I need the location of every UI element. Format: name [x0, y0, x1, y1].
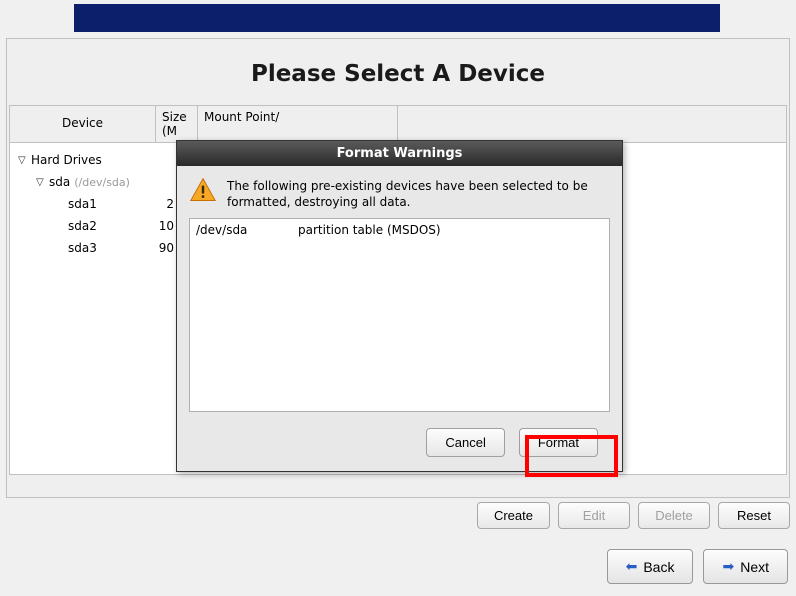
delete-button: Delete [638, 502, 710, 529]
action-button-row: Create Edit Delete Reset [477, 502, 790, 529]
reset-button[interactable]: Reset [718, 502, 790, 529]
cancel-button[interactable]: Cancel [426, 428, 504, 457]
edit-button: Edit [558, 502, 630, 529]
format-warnings-dialog: Format Warnings The following pre-existi… [176, 140, 623, 472]
next-label: Next [740, 559, 769, 575]
dialog-title: Format Warnings [177, 141, 622, 166]
col-device[interactable]: Device [10, 106, 156, 142]
back-label: Back [643, 559, 674, 575]
warning-icon [189, 176, 217, 204]
device-path: /dev/sda [196, 223, 298, 237]
create-button[interactable]: Create [477, 502, 550, 529]
back-button[interactable]: ⬅ Back [607, 549, 694, 584]
arrow-left-icon: ⬅ [626, 558, 638, 575]
chevron-down-icon[interactable]: ▽ [18, 155, 29, 166]
tree-label: sda3 [66, 241, 97, 255]
top-banner [74, 4, 720, 32]
tree-label: sda [47, 175, 70, 189]
dialog-device-row[interactable]: /dev/sda partition table (MSDOS) [196, 223, 603, 237]
tree-size: 90 [134, 241, 174, 255]
page-title: Please Select A Device [7, 39, 789, 105]
col-mount[interactable]: Mount Point/ [198, 106, 398, 142]
nav-button-row: ⬅ Back ➡ Next [607, 549, 788, 584]
tree-size: 10 [134, 219, 174, 233]
tree-label: Hard Drives [29, 153, 102, 167]
tree-devpath: (/dev/sda) [74, 176, 130, 189]
dialog-device-list[interactable]: /dev/sda partition table (MSDOS) [189, 218, 610, 412]
tree-size: 2 [134, 197, 174, 211]
arrow-right-icon: ➡ [722, 558, 734, 575]
col-size[interactable]: Size (M [156, 106, 198, 142]
dialog-button-row: Cancel Format [189, 412, 610, 457]
dialog-message: The following pre-existing devices have … [227, 176, 610, 210]
dialog-message-row: The following pre-existing devices have … [189, 176, 610, 218]
tree-label: sda2 [66, 219, 97, 233]
format-button[interactable]: Format [519, 428, 598, 457]
chevron-down-icon[interactable]: ▽ [36, 177, 47, 188]
tree-label: sda1 [66, 197, 97, 211]
table-header: Device Size (M Mount Point/ [10, 106, 786, 143]
dialog-body: The following pre-existing devices have … [177, 166, 622, 471]
device-desc: partition table (MSDOS) [298, 223, 441, 237]
next-button[interactable]: ➡ Next [703, 549, 788, 584]
